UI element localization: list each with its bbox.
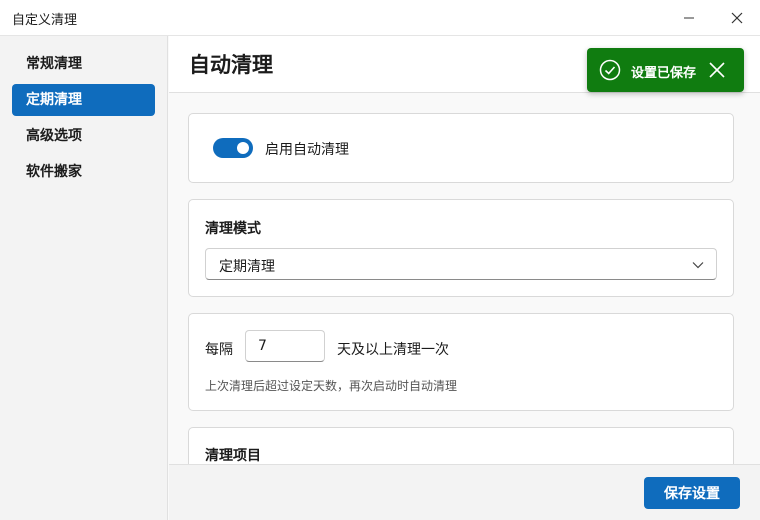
close-icon (731, 12, 743, 24)
toast-message: 设置已保存 (631, 66, 697, 81)
clean-mode-label: 清理模式 (205, 221, 261, 237)
check-circle-icon (599, 59, 621, 81)
close-icon (709, 62, 725, 78)
footer-bar: 保存设置 (169, 464, 760, 520)
title-bar: 自定义清理 (0, 0, 760, 36)
interval-suffix-label: 天及以上清理一次 (337, 342, 449, 358)
clean-mode-card: 清理模式 定期清理 (188, 199, 734, 297)
sidebar-item-advanced-options[interactable]: 高级选项 (12, 120, 155, 152)
auto-clean-toggle-label: 启用自动清理 (265, 142, 349, 158)
close-window-button[interactable] (714, 0, 760, 36)
clean-items-label: 清理项目 (205, 448, 261, 464)
app-window: 自定义清理 常规清理 定期清理 高级选项 软件搬家 自动清理 启用自动清理 清理… (0, 0, 760, 520)
auto-clean-card: 启用自动清理 (188, 113, 734, 183)
clean-mode-selected-value: 定期清理 (219, 259, 275, 275)
sidebar-item-scheduled-clean[interactable]: 定期清理 (12, 84, 155, 116)
window-title: 自定义清理 (12, 13, 78, 28)
toast-close-button[interactable] (707, 60, 727, 80)
main-content: 自动清理 启用自动清理 清理模式 定期清理 每隔 天及以上清理一次 上次清理后超… (169, 36, 760, 464)
sidebar: 常规清理 定期清理 高级选项 软件搬家 (0, 36, 168, 520)
chevron-down-icon (692, 262, 704, 269)
minimize-icon (684, 17, 694, 19)
sidebar-item-general-clean[interactable]: 常规清理 (12, 48, 155, 80)
page-title: 自动清理 (189, 53, 273, 77)
sidebar-item-software-move[interactable]: 软件搬家 (12, 156, 155, 188)
clean-items-card: 清理项目 (188, 427, 734, 464)
toggle-knob (237, 142, 249, 154)
success-toast: 设置已保存 (587, 48, 744, 92)
interval-days-input[interactable] (245, 330, 325, 362)
clean-mode-select[interactable]: 定期清理 (205, 248, 717, 280)
interval-prefix-label: 每隔 (205, 342, 233, 358)
save-settings-button[interactable]: 保存设置 (644, 477, 740, 509)
minimize-button[interactable] (666, 0, 712, 36)
interval-card: 每隔 天及以上清理一次 上次清理后超过设定天数，再次启动时自动清理 (188, 313, 734, 411)
interval-hint: 上次清理后超过设定天数，再次启动时自动清理 (205, 379, 458, 393)
auto-clean-toggle[interactable] (213, 138, 253, 158)
